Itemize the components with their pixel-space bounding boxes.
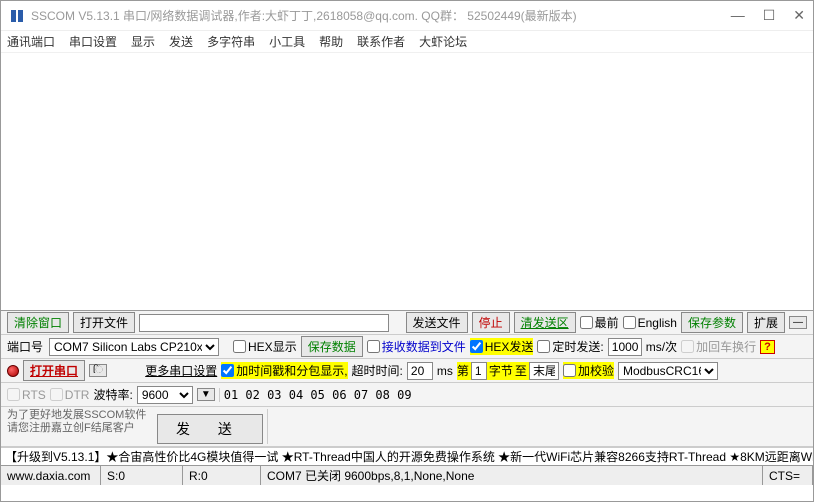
- port-label: 端口号: [7, 338, 43, 355]
- clear-send-button[interactable]: 清发送区: [514, 312, 576, 333]
- menu-serial-settings[interactable]: 串口设置: [69, 33, 117, 50]
- stop-button[interactable]: 停止: [472, 312, 510, 333]
- save-params-button[interactable]: 保存参数: [681, 312, 743, 333]
- rts-checkbox[interactable]: RTS: [7, 388, 46, 402]
- menu-display[interactable]: 显示: [131, 33, 155, 50]
- hex-send-checkbox[interactable]: HEX发送: [470, 338, 534, 355]
- baud-select[interactable]: 9600: [137, 386, 193, 404]
- recv-to-file-checkbox[interactable]: 接收数据到文件: [367, 338, 466, 355]
- status-cts: CTS=: [763, 466, 813, 485]
- menu-send[interactable]: 发送: [169, 33, 193, 50]
- timeout-label: 超时时间:: [352, 362, 403, 379]
- menu-forum[interactable]: 大虾论坛: [419, 33, 467, 50]
- timeout-input[interactable]: [407, 362, 433, 380]
- send-button[interactable]: 发 送: [157, 414, 263, 444]
- record-icon: [7, 365, 19, 377]
- add-crlf-checkbox[interactable]: 加回车换行: [681, 338, 756, 355]
- crc-select[interactable]: ModbusCRC16: [618, 362, 718, 380]
- status-recv: R:0: [183, 466, 261, 485]
- port-select[interactable]: COM7 Silicon Labs CP210x U: [49, 338, 219, 356]
- english-checkbox[interactable]: English: [623, 316, 677, 330]
- extend-button[interactable]: 扩展: [747, 312, 785, 333]
- status-port: COM7 已关闭 9600bps,8,1,None,None: [261, 466, 763, 485]
- timed-send-checkbox[interactable]: 定时发送:: [537, 338, 603, 355]
- close-button[interactable]: ✕: [793, 7, 805, 24]
- byte-to-input[interactable]: [529, 362, 559, 380]
- receive-textarea[interactable]: [1, 53, 813, 311]
- status-sent: S:0: [101, 466, 183, 485]
- window-title: SSCOM V5.13.1 串口/网络数据调试器,作者:大虾丁丁,2618058…: [31, 7, 731, 24]
- file-path-input[interactable]: [139, 314, 389, 332]
- interval-input[interactable]: [608, 338, 642, 356]
- menu-comm-port[interactable]: 通讯端口: [7, 33, 55, 50]
- send-file-button[interactable]: 发送文件: [406, 312, 468, 333]
- titlebar: SSCOM V5.13.1 串口/网络数据调试器,作者:大虾丁丁,2618058…: [1, 1, 813, 31]
- open-port-dropdown[interactable]: િ: [89, 364, 107, 377]
- menubar: 通讯端口 串口设置 显示 发送 多字符串 小工具 帮助 联系作者 大虾论坛: [1, 31, 813, 53]
- top-checkbox[interactable]: 最前: [580, 314, 619, 331]
- byte-from-input[interactable]: [471, 362, 487, 380]
- send-data-area[interactable]: 01 02 03 04 05 06 07 08 09: [219, 388, 807, 402]
- ad-line[interactable]: 【升级到V5.13.1】★合宙高性价比4G模块值得一试 ★RT-Thread中国…: [1, 447, 813, 465]
- baud-dropdown[interactable]: ▼: [197, 388, 215, 401]
- menu-tools[interactable]: 小工具: [269, 33, 305, 50]
- more-settings-link[interactable]: 更多串口设置: [145, 362, 217, 379]
- menu-contact[interactable]: 联系作者: [357, 33, 405, 50]
- clear-window-button[interactable]: 清除窗口: [7, 312, 69, 333]
- save-data-button[interactable]: 保存数据: [301, 336, 363, 357]
- timeout-unit: ms: [437, 364, 453, 378]
- menu-multistring[interactable]: 多字符串: [207, 33, 255, 50]
- interval-unit: ms/次: [646, 338, 677, 355]
- help-icon[interactable]: ?: [760, 340, 775, 354]
- app-icon: [9, 8, 25, 24]
- timestamp-checkbox[interactable]: 加时间戳和分包显示,: [221, 362, 347, 379]
- crc-checkbox[interactable]: 加校验: [563, 362, 614, 379]
- statusbar: www.daxia.com S:0 R:0 COM7 已关闭 9600bps,8…: [1, 465, 813, 485]
- minimize-button[interactable]: —: [731, 7, 745, 24]
- promo-text: 为了更好地发展SSCOM软件 请您注册嘉立创F结尾客户: [7, 409, 157, 435]
- status-site[interactable]: www.daxia.com: [1, 466, 101, 485]
- baud-label: 波特率:: [93, 386, 132, 403]
- hex-show-checkbox[interactable]: HEX显示: [233, 338, 297, 355]
- open-file-button[interactable]: 打开文件: [73, 312, 135, 333]
- open-port-button[interactable]: 打开串口: [23, 360, 85, 381]
- menu-help[interactable]: 帮助: [319, 33, 343, 50]
- maximize-button[interactable]: ☐: [763, 7, 776, 24]
- extend-dropdown[interactable]: —: [789, 316, 807, 329]
- dtr-checkbox[interactable]: DTR: [50, 388, 90, 402]
